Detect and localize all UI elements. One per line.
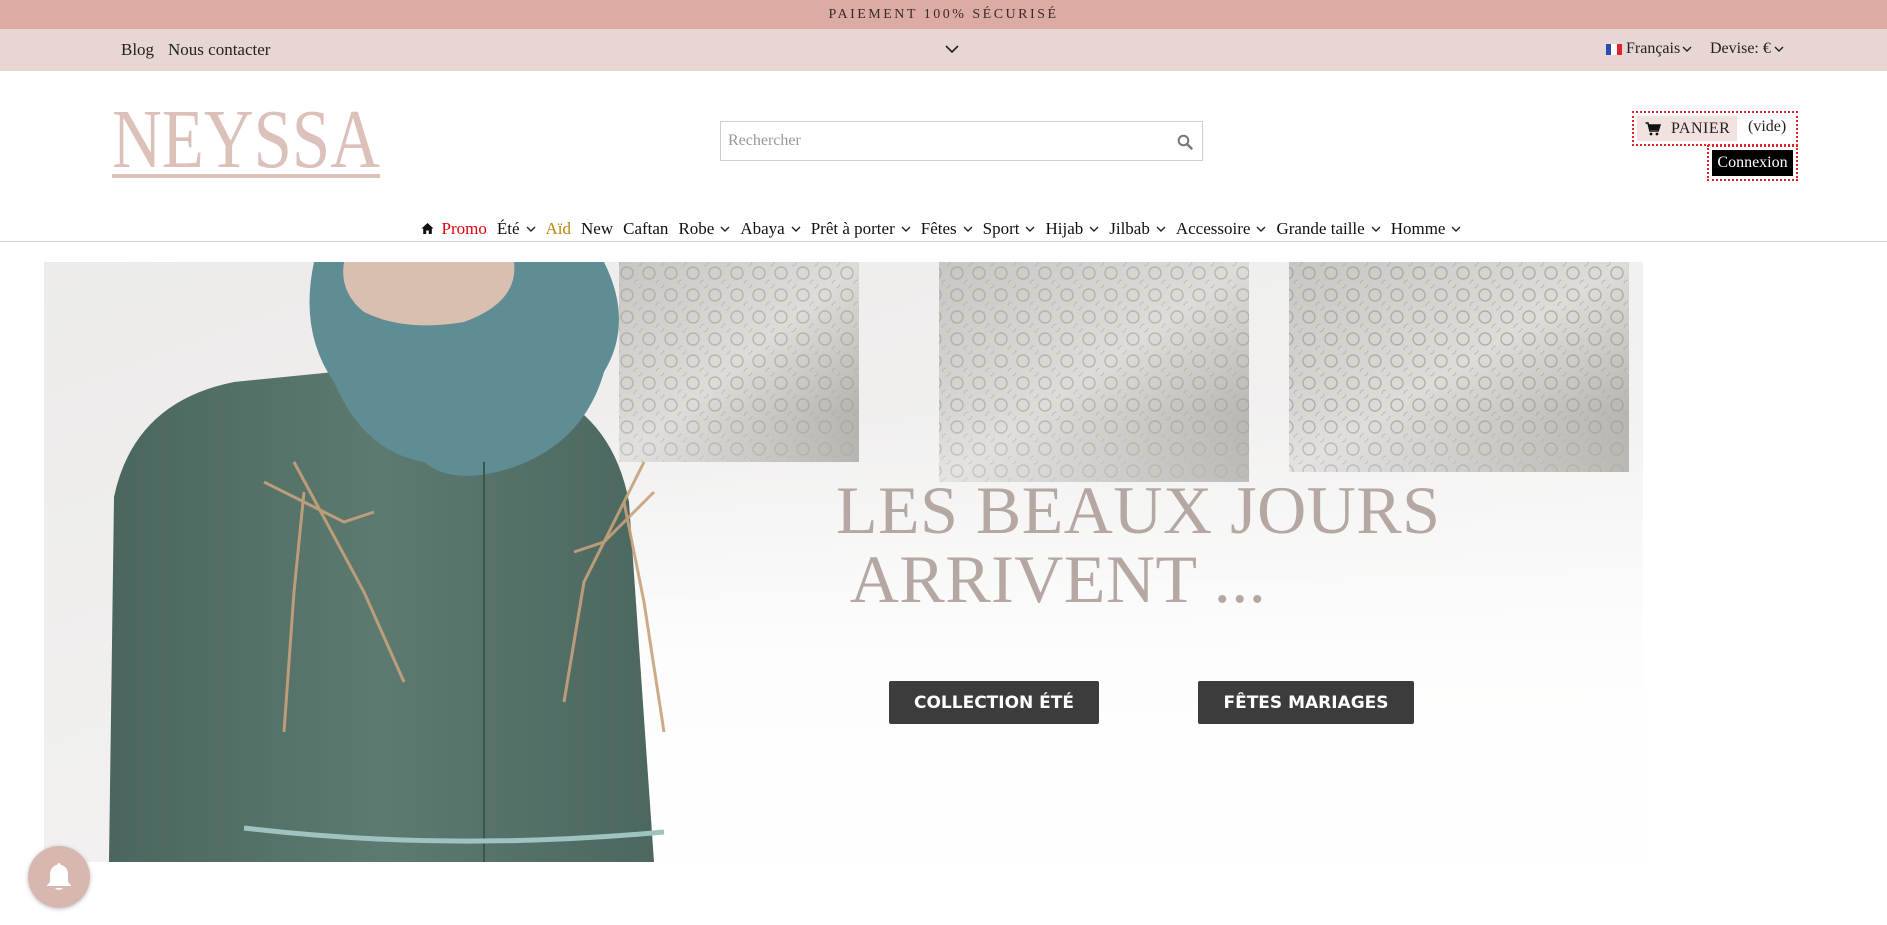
nav-item-ete[interactable]: Été <box>492 219 541 239</box>
chevron-down-icon <box>791 226 801 232</box>
chevron-down-icon <box>720 226 730 232</box>
chevron-down-icon <box>1774 46 1784 52</box>
chevron-down-icon <box>526 226 535 232</box>
nav-divider <box>0 241 1887 242</box>
nav-item-label: Été <box>496 218 520 238</box>
search-input[interactable] <box>721 122 1161 160</box>
currency-label: Devise: € <box>1710 40 1771 57</box>
nav-item-promo[interactable]: Promo <box>437 219 492 239</box>
hero-headline: LES BEAUX JOURS ARRIVENT ... <box>836 472 1441 617</box>
nav-item-label: Sport <box>982 218 1020 238</box>
logo-text: NEYSSA <box>112 100 380 180</box>
top-nav-link-contact[interactable]: Nous contacter <box>168 40 270 60</box>
chevron-down-icon <box>1451 226 1461 232</box>
neyssa-logo[interactable]: NEYSSA <box>110 100 382 180</box>
nav-item-label: Aïd <box>545 218 572 238</box>
cart-count: (vide) <box>1748 118 1787 135</box>
currency-selector[interactable]: Devise: € <box>1710 40 1784 58</box>
nav-item-label: Fêtes <box>920 218 957 238</box>
chevron-down-icon <box>1025 226 1035 232</box>
promo-bar-text: PAIEMENT 100% SÉCURISÉ <box>828 6 1059 22</box>
language-selector[interactable]: Français <box>1606 40 1692 58</box>
chevron-down-icon <box>1089 226 1099 232</box>
notification-bell-button[interactable] <box>28 846 90 908</box>
nav-item-sport[interactable]: Sport <box>978 219 1041 239</box>
nav-item-pret-a-porter[interactable]: Prêt à porter <box>806 219 916 239</box>
top-nav-link-blog[interactable]: Blog <box>121 40 154 60</box>
nav-item-label: New <box>581 218 614 238</box>
chevron-down-icon[interactable] <box>944 41 960 57</box>
search-icon[interactable] <box>1177 134 1193 150</box>
cart-button[interactable]: PANIER (vide) <box>1632 111 1798 146</box>
promo-bar: PAIEMENT 100% SÉCURISÉ <box>0 0 1887 29</box>
weddings-button[interactable]: FÊTES MARIAGES <box>1198 681 1414 724</box>
nav-item-robe[interactable]: Robe <box>673 219 735 239</box>
login-label: Connexion <box>1712 150 1793 176</box>
nav-item-label: Abaya <box>740 218 785 238</box>
chevron-down-icon <box>1682 46 1692 52</box>
nav-item-caftan[interactable]: Caftan <box>618 219 673 239</box>
nav-item-jilbab[interactable]: Jilbab <box>1104 219 1171 239</box>
nav-item-label: Hijab <box>1045 218 1084 238</box>
nav-item-homme[interactable]: Homme <box>1386 219 1467 239</box>
bell-icon <box>46 863 72 890</box>
search-box <box>720 121 1203 161</box>
nav-item-grande-taille[interactable]: Grande taille <box>1271 219 1385 239</box>
chevron-down-icon <box>963 226 973 232</box>
nav-item-hijab[interactable]: Hijab <box>1040 219 1104 239</box>
top-nav: Blog Nous contacter Français Devise: € <box>0 29 1887 71</box>
nav-item-label: Prêt à porter <box>810 218 895 238</box>
nav-item-accessoire[interactable]: Accessoire <box>1171 219 1272 239</box>
chevron-down-icon <box>901 226 911 232</box>
cart-label: PANIER <box>1671 119 1731 137</box>
login-button[interactable]: Connexion <box>1707 145 1798 181</box>
nav-item-label: Jilbab <box>1109 218 1150 238</box>
nav-item-abaya[interactable]: Abaya <box>735 219 805 239</box>
nav-item-label: Homme <box>1390 218 1446 238</box>
chevron-down-icon <box>1256 226 1266 232</box>
france-flag-icon <box>1606 43 1622 55</box>
summer-collection-button[interactable]: COLLECTION ÉTÉ <box>889 681 1099 724</box>
nav-item-label: Grande taille <box>1276 218 1365 238</box>
hero-banner[interactable]: LES BEAUX JOURS ARRIVENT ... COLLECTION … <box>44 262 1643 862</box>
nav-item-label: Caftan <box>623 218 669 238</box>
shopping-cart-icon <box>1645 121 1661 135</box>
chevron-down-icon <box>1371 226 1381 232</box>
nav-item-aid[interactable]: Aïd <box>541 219 577 239</box>
nav-item-new[interactable]: New <box>576 219 618 239</box>
main-nav: Promo Été Aïd New Caftan Robe Abaya Prêt à port… <box>0 215 1887 242</box>
nav-item-label: Accessoire <box>1175 218 1251 238</box>
nav-item-label: Robe <box>678 218 715 238</box>
chevron-down-icon <box>1156 226 1166 232</box>
nav-item-fetes[interactable]: Fêtes <box>916 219 978 239</box>
home-icon[interactable] <box>421 222 434 235</box>
nav-item-label: Promo <box>441 218 487 238</box>
cart-inner: PANIER <box>1637 116 1737 141</box>
language-label: Français <box>1626 40 1681 57</box>
